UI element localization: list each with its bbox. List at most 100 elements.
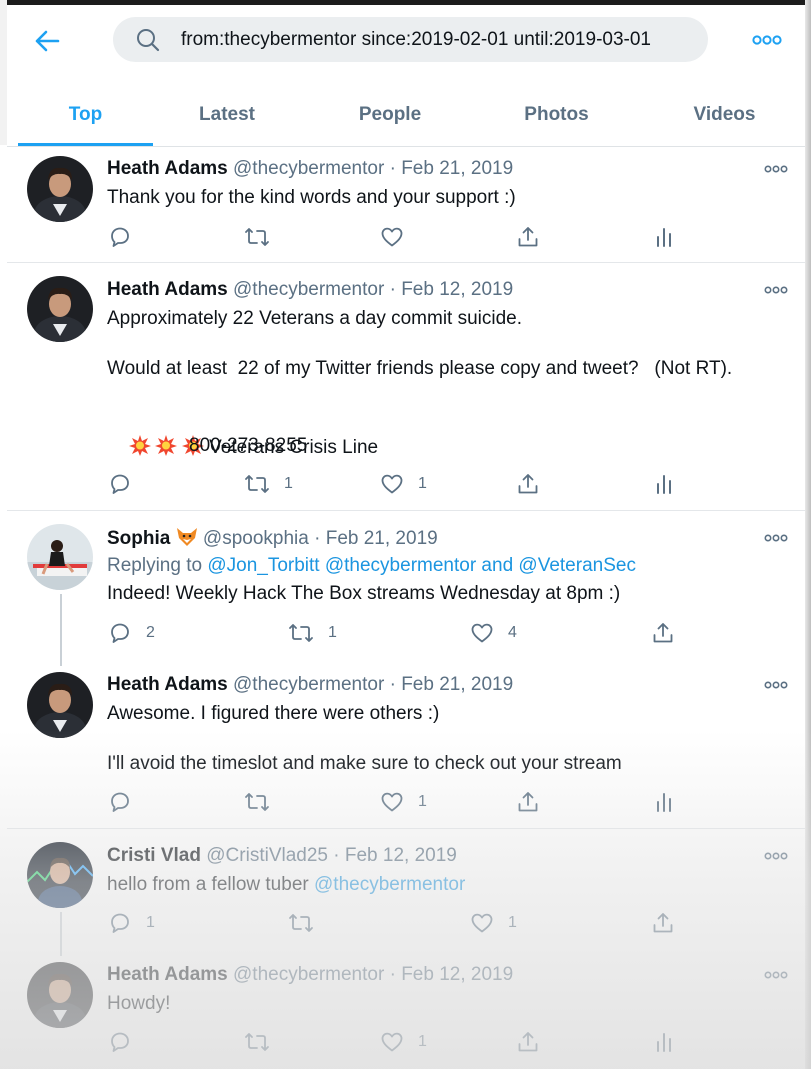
reply-icon [108,225,132,249]
analytics-icon [652,472,676,496]
reply-count: 1 [146,914,155,931]
retweet-button[interactable] [244,1030,284,1054]
tweet-date[interactable]: Feb 21, 2019 [401,674,513,695]
like-count: 1 [418,793,427,810]
like-button[interactable] [380,225,418,249]
like-icon [470,911,494,935]
tab-latest[interactable]: Latest [167,83,287,146]
retweet-button[interactable]: 1 [288,621,337,645]
tweet-more-icon[interactable] [764,969,788,981]
tweet-more-icon[interactable] [764,679,788,691]
tweet-more-icon[interactable] [764,163,788,175]
analytics-button[interactable] [652,225,676,249]
tweet-date[interactable]: Feb 21, 2019 [326,528,438,549]
tab-people[interactable]: People [325,83,455,146]
tweet-text-line: I'll avoid the timeslot and make sure to… [107,753,622,774]
like-button[interactable]: 1 [380,790,427,814]
reply-button[interactable] [108,472,146,496]
like-button[interactable]: 4 [470,621,517,645]
search-box[interactable] [113,17,708,62]
analytics-button[interactable] [652,1030,676,1054]
retweet-button[interactable]: 1 [244,472,293,496]
avatar[interactable] [27,276,93,342]
author-name[interactable]: Sophia [107,528,170,549]
avatar[interactable] [27,156,93,222]
reply-button[interactable]: 1 [108,911,155,935]
retweet-button[interactable] [244,790,284,814]
tweet-text-line: 800-273-8255 [189,435,308,456]
reply-button[interactable]: 2 [108,621,155,645]
analytics-button[interactable] [652,790,676,814]
tab-top[interactable]: Top [18,83,153,146]
share-icon [516,225,540,249]
analytics-icon [652,790,676,814]
active-tab-indicator [18,143,153,146]
analytics-button[interactable] [652,472,676,496]
replying-to: Replying to @Jon_Torbitt @thecybermentor… [107,555,636,577]
tweet-date[interactable]: Feb 12, 2019 [345,845,457,866]
avatar[interactable] [27,962,93,1028]
tab-videos[interactable]: Videos [662,83,787,146]
window-scrollbar[interactable] [805,0,811,1069]
author-handle[interactable]: @CristiVlad25 [206,845,328,866]
thread-line [60,912,62,956]
reply-button[interactable] [108,790,146,814]
tweet-date[interactable]: Feb 12, 2019 [401,279,513,300]
retweet-button[interactable] [288,911,328,935]
fox-emoji [176,528,198,549]
separator-dot: · [384,158,402,179]
author-name[interactable]: Heath Adams [107,964,228,985]
window-top-edge [0,0,811,5]
share-button[interactable] [516,472,540,496]
back-button[interactable] [30,24,64,58]
replying-to-label: Replying to [107,555,208,576]
share-button[interactable] [651,911,675,935]
retweet-icon [288,911,314,935]
retweet-icon [288,621,314,645]
like-button[interactable]: 1 [380,1030,427,1054]
window-left-edge [0,0,7,145]
avatar[interactable] [27,672,93,738]
reply-icon [108,1030,132,1054]
separator-dot: · [384,279,402,300]
retweet-button[interactable] [244,225,284,249]
author-name[interactable]: Heath Adams [107,674,228,695]
reply-button[interactable] [108,1030,146,1054]
author-name[interactable]: Heath Adams [107,279,228,300]
author-handle[interactable]: @thecybermentor [233,158,384,179]
avatar[interactable] [27,524,93,590]
tab-photos[interactable]: Photos [499,83,614,146]
like-count: 1 [508,914,517,931]
author-name[interactable]: Heath Adams [107,158,228,179]
separator-dot: · [308,528,326,549]
mention-link[interactable]: @thecybermentor [314,874,465,895]
like-button[interactable]: 1 [380,472,427,496]
share-button[interactable] [516,225,540,249]
share-button[interactable] [516,1030,540,1054]
author-handle[interactable]: @thecybermentor [233,964,384,985]
mention-link[interactable]: @Jon_Torbitt [207,555,319,576]
like-button[interactable]: 1 [470,911,517,935]
tweet-text: Howdy! [107,993,171,1014]
avatar[interactable] [27,842,93,908]
author-handle[interactable]: @spookphia [203,528,309,549]
author-handle[interactable]: @thecybermentor [233,279,384,300]
tweet-text-line: Would at least 22 of my Twitter friends … [107,358,733,379]
mention-link[interactable]: @thecybermentor [325,555,476,576]
tweet-more-icon[interactable] [764,284,788,296]
tweet-more-icon[interactable] [764,850,788,862]
search-input[interactable] [181,17,696,62]
more-icon[interactable] [752,30,782,50]
share-icon [516,790,540,814]
share-button[interactable] [651,621,675,645]
reply-button[interactable] [108,225,146,249]
tweet-date[interactable]: Feb 12, 2019 [401,964,513,985]
retweet-icon [244,790,270,814]
author-handle[interactable]: @thecybermentor [233,674,384,695]
share-button[interactable] [516,790,540,814]
tweet-text-line: Approximately 22 Veterans a day commit s… [107,308,523,329]
tweet-more-icon[interactable] [764,532,788,544]
mention-link[interactable]: @VeteranSec [518,555,636,576]
tweet-date[interactable]: Feb 21, 2019 [401,158,513,179]
author-name[interactable]: Cristi Vlad [107,845,201,866]
